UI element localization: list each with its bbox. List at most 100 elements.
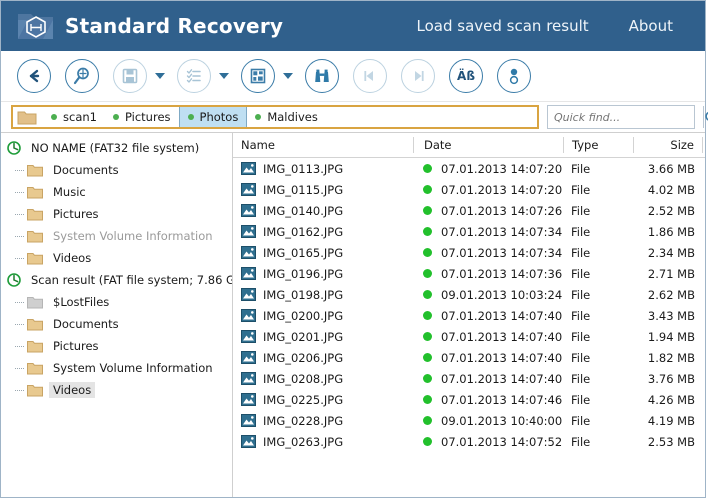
- save-button[interactable]: [113, 59, 147, 93]
- cell-date: 07.01.2013 14:07:26: [413, 204, 563, 218]
- cell-date: 07.01.2013 14:07:40: [413, 309, 563, 323]
- encoding-label: Äß: [457, 69, 475, 83]
- breadcrumb-label: Pictures: [124, 110, 171, 124]
- image-file-icon: [241, 267, 256, 280]
- tree-item[interactable]: Scan result (FAT file system; 7.86 GB in…: [1, 269, 232, 291]
- recovery-status-dot-icon: [423, 248, 432, 257]
- image-file-icon: [241, 246, 256, 259]
- status-dot-icon: [112, 114, 119, 120]
- tree-item[interactable]: Pictures: [1, 203, 232, 225]
- recovery-status-dot-icon: [423, 416, 432, 425]
- breadcrumb-item-pictures[interactable]: Pictures: [105, 107, 179, 127]
- breadcrumb-item-maldives[interactable]: Maldives: [247, 107, 326, 127]
- table-row[interactable]: IMG_0196.JPG 07.01.2013 14:07:36 File 2.71 …: [233, 263, 705, 284]
- floppy-disk-icon: [122, 68, 138, 84]
- table-row[interactable]: IMG_0263.JPG 07.01.2013 14:07:52 File 2.53 …: [233, 431, 705, 452]
- recovery-status-dot-icon: [423, 353, 432, 362]
- menu-item-about[interactable]: About: [629, 17, 673, 35]
- scan-button[interactable]: [65, 59, 99, 93]
- cell-type: File: [571, 413, 591, 428]
- back-button[interactable]: [17, 59, 51, 93]
- tree-item[interactable]: System Volume Information: [1, 357, 232, 379]
- cell-size: 2.52 MB: [647, 203, 695, 218]
- table-row[interactable]: IMG_0228.JPG 09.01.2013 10:40:00 File 4.19 …: [233, 410, 705, 431]
- step-forward-icon: [415, 71, 424, 81]
- cell-type: File: [571, 308, 591, 323]
- tree-item[interactable]: Videos: [1, 247, 232, 269]
- save-dropdown-caret[interactable]: [155, 73, 165, 79]
- recovery-status-dot-icon: [423, 332, 432, 341]
- breadcrumb-item-photos[interactable]: Photos: [178, 107, 248, 127]
- cell-name: IMG_0196.JPG: [233, 267, 413, 281]
- folder-icon: [27, 230, 43, 243]
- tree-item-label: NO NAME (FAT32 file system): [31, 141, 200, 155]
- cell-date: 07.01.2013 14:07:20: [413, 162, 563, 176]
- cell-date: 07.01.2013 14:07:36: [413, 267, 563, 281]
- next-button[interactable]: [401, 59, 435, 93]
- status-dot-icon: [255, 114, 262, 120]
- table-row[interactable]: IMG_0113.JPG 07.01.2013 14:07:20 File 3.66 …: [233, 158, 705, 179]
- cell-size: 2.71 MB: [647, 266, 695, 281]
- tree-item[interactable]: Music: [1, 181, 232, 203]
- tree-item[interactable]: Documents: [1, 313, 232, 335]
- folder-icon: [27, 318, 43, 331]
- table-row[interactable]: IMG_0225.JPG 07.01.2013 14:07:46 File 4.26 …: [233, 389, 705, 410]
- table-row[interactable]: IMG_0198.JPG 09.01.2013 10:03:24 File 2.62 …: [233, 284, 705, 305]
- cell-name: IMG_0200.JPG: [233, 309, 413, 323]
- tree-item[interactable]: Videos: [1, 379, 232, 401]
- recovery-status-dot-icon: [423, 227, 432, 236]
- tree-item[interactable]: Documents: [1, 159, 232, 181]
- tree-connector: [11, 225, 27, 247]
- encoding-button[interactable]: Äß: [449, 59, 483, 93]
- table-row[interactable]: IMG_0201.JPG 07.01.2013 14:07:40 File 1.94 …: [233, 326, 705, 347]
- image-file-icon: [241, 414, 256, 427]
- file-list-rows: IMG_0113.JPG 07.01.2013 14:07:20 File 3.66 …: [233, 158, 705, 497]
- application-window: Standard Recovery Load saved scan result…: [0, 0, 708, 498]
- cell-type: File: [571, 287, 591, 302]
- table-row[interactable]: IMG_0200.JPG 07.01.2013 14:07:40 File 3.43 …: [233, 305, 705, 326]
- tree-item[interactable]: System Volume Information: [1, 225, 232, 247]
- tree-item[interactable]: NO NAME (FAT32 file system): [1, 137, 232, 159]
- image-file-icon: [241, 351, 256, 364]
- previous-button[interactable]: [353, 59, 387, 93]
- recovery-status-dot-icon: [423, 164, 432, 173]
- cell-size: 2.34 MB: [647, 245, 695, 260]
- breadcrumb-item-scan1[interactable]: scan1: [43, 107, 105, 127]
- column-header-date[interactable]: Date: [413, 137, 563, 153]
- table-row[interactable]: IMG_0208.JPG 07.01.2013 14:07:40 File 3.76 …: [233, 368, 705, 389]
- table-row[interactable]: IMG_0140.JPG 07.01.2013 14:07:26 File 2.52 …: [233, 200, 705, 221]
- folder-icon: [17, 110, 37, 125]
- account-button[interactable]: [497, 59, 531, 93]
- folder-icon: [27, 362, 43, 375]
- quick-find: [547, 105, 708, 129]
- recovery-status-dot-icon: [423, 437, 432, 446]
- cell-date: 07.01.2013 14:07:40: [413, 330, 563, 344]
- cell-date: 07.01.2013 14:07:34: [413, 225, 563, 239]
- column-header-type[interactable]: Type: [563, 137, 633, 153]
- status-dot-icon: [51, 114, 57, 120]
- cell-name: IMG_0165.JPG: [233, 246, 413, 260]
- menu-item-load-saved-scan-result[interactable]: Load saved scan result: [417, 17, 589, 35]
- table-row[interactable]: IMG_0115.JPG 07.01.2013 14:07:20 File 4.02 …: [233, 179, 705, 200]
- cell-name: IMG_0201.JPG: [233, 330, 413, 344]
- tree-item[interactable]: Pictures: [1, 335, 232, 357]
- search-button[interactable]: [703, 106, 708, 128]
- folder-tree[interactable]: NO NAME (FAT32 file system) Documents Musi…: [1, 133, 233, 497]
- tree-item[interactable]: $LostFiles: [1, 291, 232, 313]
- view-dropdown-caret[interactable]: [283, 73, 293, 79]
- cell-type: File: [571, 224, 591, 239]
- table-row[interactable]: IMG_0206.JPG 07.01.2013 14:07:40 File 1.82 …: [233, 347, 705, 368]
- table-row[interactable]: IMG_0162.JPG 07.01.2013 14:07:34 File 1.86 …: [233, 221, 705, 242]
- cell-size: 4.19 MB: [647, 413, 695, 428]
- recovery-status-dot-icon: [423, 206, 432, 215]
- find-button[interactable]: [305, 59, 339, 93]
- view-button[interactable]: [241, 59, 275, 93]
- cell-name: IMG_0162.JPG: [233, 225, 413, 239]
- column-header-size[interactable]: Size: [633, 137, 703, 153]
- list-button[interactable]: [177, 59, 211, 93]
- cell-type: File: [571, 392, 591, 407]
- search-input[interactable]: [548, 106, 703, 128]
- list-dropdown-caret[interactable]: [219, 73, 229, 79]
- column-header-name[interactable]: Name: [233, 137, 413, 153]
- table-row[interactable]: IMG_0165.JPG 07.01.2013 14:07:34 File 2.34 …: [233, 242, 705, 263]
